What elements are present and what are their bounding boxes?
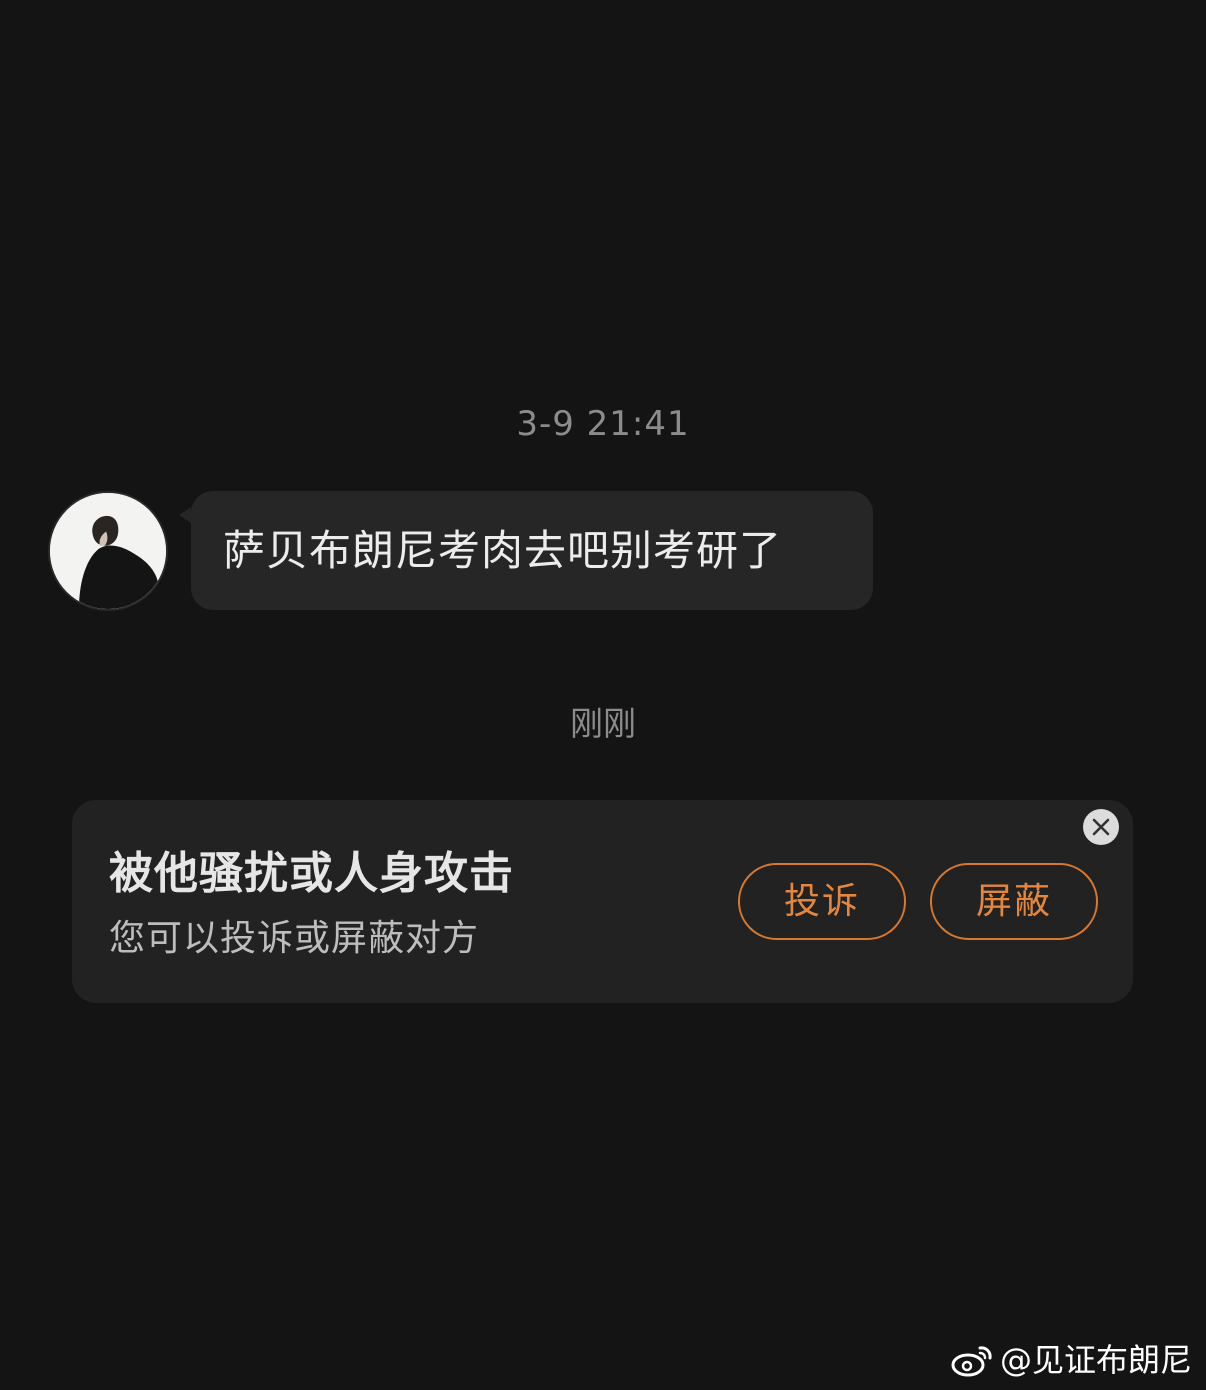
weibo-watermark: @见证布朗尼 — [950, 1338, 1192, 1382]
report-card-title: 被他骚扰或人身攻击 — [109, 848, 514, 899]
message-text: 萨贝布朗尼考肉去吧别考研了 — [223, 525, 783, 575]
report-button[interactable]: 投诉 — [738, 863, 906, 940]
block-button[interactable]: 屏蔽 — [930, 863, 1098, 940]
close-card-button[interactable] — [1083, 809, 1119, 845]
incoming-message-bubble[interactable]: 萨贝布朗尼考肉去吧别考研了 — [179, 491, 873, 610]
harassment-report-card: 被他骚扰或人身攻击 您可以投诉或屏蔽对方 投诉 屏蔽 — [72, 800, 1133, 1003]
recent-timestamp: 刚刚 — [570, 704, 636, 743]
avatar-photo-icon — [50, 493, 166, 609]
message-timestamp: 3-9 21:41 — [516, 404, 690, 444]
close-icon — [1092, 818, 1110, 836]
report-card-subtitle: 您可以投诉或屏蔽对方 — [109, 918, 480, 959]
sender-avatar[interactable] — [48, 491, 168, 611]
watermark-handle: @见证布朗尼 — [999, 1341, 1192, 1379]
weibo-logo-icon — [950, 1342, 994, 1378]
